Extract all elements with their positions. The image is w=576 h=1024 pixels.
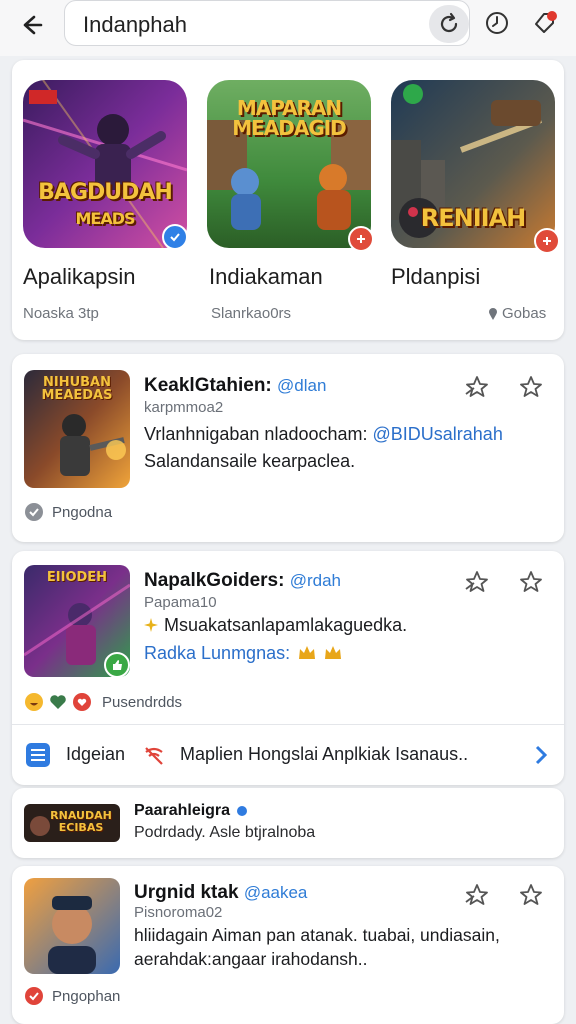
post-2-body-text: Msuakatsanlapamlakaguedka. [164,615,408,635]
post-3-footer-label[interactable]: Pngophan [52,988,120,1005]
featured-app-1-sub: Noaska 3tp [23,305,99,322]
chevron-right-icon[interactable] [532,744,550,766]
heart-icon [50,695,66,709]
star-outline-icon[interactable] [516,372,546,402]
check-circle-icon [25,503,43,521]
featured-app-3-sub-wrap: Gobas [488,305,546,322]
laugh-emoji-icon [25,693,43,711]
featured-app-2-sub: Slanrkao0rs [211,305,292,322]
post-2-handle[interactable]: @rdah [290,571,341,590]
post-3-footer[interactable]: Pngophan [24,986,120,1006]
compact-title-line[interactable]: Paarahleigra [134,802,248,820]
featured-app-2-art-title: MAPARAN MEADAGID [232,96,347,140]
no-signal-icon [145,747,163,765]
star-outline-icon[interactable] [516,880,546,910]
love-reaction-icon [73,693,91,711]
post-1-body-line2: Salandansaile kearpaclea. [144,451,356,471]
notification-tag-icon[interactable] [530,8,560,38]
thumbs-up-icon [113,660,122,670]
compact-title[interactable]: Paarahleigra [134,802,230,820]
post-1-title-line[interactable]: KeaklGtahien: @dlan [144,375,326,397]
sparkle-icon [144,618,158,632]
post-1-handle[interactable]: @dlan [277,376,326,395]
post-1-footer-label[interactable]: Pngodna [52,504,112,521]
featured-app-3-sub: Gobas [502,305,547,322]
featured-app-1-art-title: BAGDUDAH MEADS [38,180,173,228]
banner-label[interactable]: Idgeian [66,744,125,765]
star-half-icon[interactable] [462,567,492,597]
featured-app-3-art[interactable]: RENIIAH [391,80,555,248]
divider [12,724,564,725]
verified-dot-icon [237,806,248,816]
post-2-body-line2: Radka Lunmgnas: [144,640,342,666]
featured-app-3-badge [534,228,560,254]
post-2-title-line[interactable]: NapalkGoiders: @rdah [144,570,341,592]
crown-icon [325,646,342,659]
verified-icon [170,233,180,242]
post-3-body-line2: aerahdak:angaar irahodansh.. [134,949,368,969]
post-1-body-line1: Vrlanhnigaban nladoocham: @BIDUsalrahah [144,421,554,447]
post-1-thumbnail[interactable]: NIHUBAN MEAEDAS [24,370,130,488]
check-circle-icon [25,987,43,1005]
star-outline-icon[interactable] [516,567,546,597]
banner-row[interactable]: Idgeian Maplien Hongslai Anplkiak Isanau… [24,740,554,770]
featured-app-3-name[interactable]: Pldanpisi [391,264,480,290]
post-3-meta: Pisnoroma02 [134,904,223,921]
crown-icon [299,646,316,659]
document-icon [26,743,50,767]
post-1-footer[interactable]: Pngodna [24,502,112,522]
compact-thumbnail[interactable]: RNAUDAH ECIBAS [24,804,120,842]
post-2-thumb-text: EIIODEH [46,570,108,585]
post-1-meta: karpmmoa2 [144,399,224,416]
post-1-title[interactable]: KeaklGtahien: [144,375,272,396]
featured-app-2-art[interactable]: MAPARAN MEADAGID [207,80,371,248]
post-2-body-line1: Msuakatsanlapamlakaguedka. [144,612,407,638]
plus-icon [543,237,551,245]
post-2-link[interactable]: Radka Lunmgnas: [144,640,290,666]
location-pin-icon [489,307,497,320]
search-query[interactable]: Indanphah [83,12,187,38]
refresh-icon[interactable] [429,5,469,43]
post-3-body-line1: hliidagain Aiman pan atanak. tuabai, und… [134,925,500,945]
banner-marquee[interactable]: Maplien Hongslai Anplkiak Isanaus.. [180,744,468,765]
featured-app-1-badge [162,224,188,250]
star-half-icon[interactable] [462,372,492,402]
top-bar: Indanphah [0,0,576,56]
featured-app-1-art[interactable]: BAGDUDAH MEADS [23,80,187,248]
post-3-handle[interactable]: @aakea [244,883,308,902]
post-2-meta: Papama10 [144,594,217,611]
post-1-thumb-text: NIHUBAN MEAEDAS [41,375,113,403]
post-2-reactions-label[interactable]: Pusendrdds [102,694,182,711]
post-3-title-line[interactable]: Urgnid ktak @aakea [134,882,307,904]
featured-app-3-art-title: RENIIAH [420,204,526,232]
back-arrow-icon[interactable] [14,8,48,42]
post-2-reactions[interactable]: Pusendrdds [24,692,182,712]
post-3-title[interactable]: Urgnid ktak [134,882,239,903]
featured-app-1-name[interactable]: Apalikapsin [23,264,136,290]
clock-heart-icon[interactable] [482,8,512,38]
plus-icon [357,235,365,243]
featured-app-2-badge [348,226,374,252]
post-2-thumb-badge [104,652,130,678]
post-1-body-text: Vrlanhnigaban nladoocham: [144,424,373,444]
search-input[interactable]: Indanphah [64,0,470,46]
featured-app-2-name[interactable]: Indiakaman [209,264,323,290]
post-3-avatar[interactable] [24,878,120,974]
post-1-mention-link[interactable]: @BIDUsalrahah [373,424,503,444]
compact-thumb-text: RNAUDAH ECIBAS [50,809,112,834]
star-half-icon[interactable] [462,880,492,910]
post-2-title[interactable]: NapalkGoiders: [144,570,284,591]
compact-sub: Podrdady. Asle btjralnoba [134,824,316,841]
